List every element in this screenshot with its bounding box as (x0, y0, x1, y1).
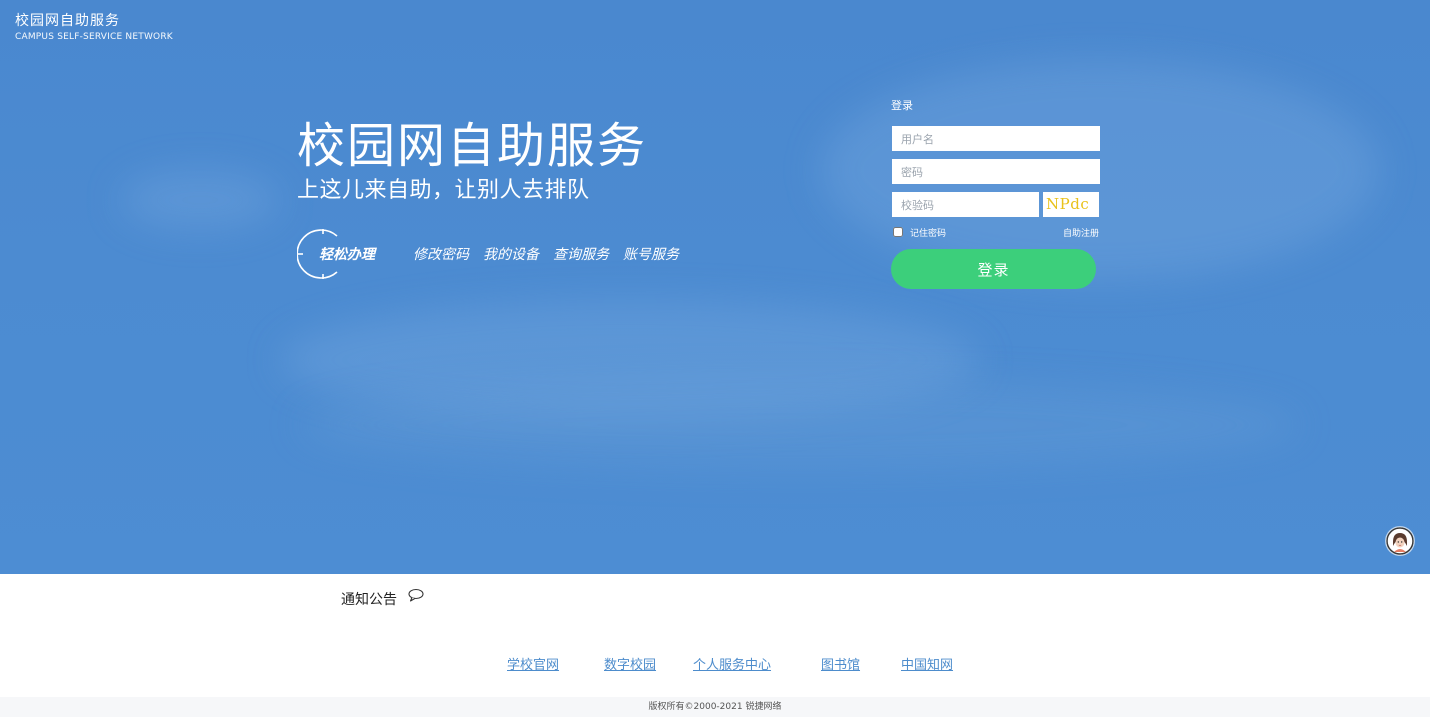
notice-section[interactable]: 通知公告 (341, 588, 424, 609)
username-input[interactable] (892, 126, 1100, 151)
haze-shape (120, 170, 280, 230)
support-avatar-icon[interactable] (1386, 527, 1414, 555)
login-heading: 登录 (891, 99, 913, 112)
login-button[interactable]: 登录 (891, 249, 1096, 289)
self-register-link[interactable]: 自助注册 (1063, 226, 1099, 239)
badge-label: 轻松办理 (319, 247, 375, 263)
login-options: 记住密码 自助注册 (893, 225, 1099, 239)
remember-checkbox[interactable] (893, 227, 903, 237)
login-panel: 登录 NPdc 记住密码 自助注册 登录 (891, 98, 1101, 289)
service-query[interactable]: 查询服务 (553, 244, 609, 264)
captcha-input[interactable] (892, 192, 1039, 217)
brand-logo[interactable]: 校园网自助服务 CAMPUS SELF-SERVICE NETWORK (15, 12, 173, 44)
remember-password[interactable]: 记住密码 (893, 226, 946, 239)
copyright-text: 版权所有©2000-2021 锐捷网络 (648, 702, 782, 712)
copyright-bar: 版权所有©2000-2021 锐捷网络 (0, 697, 1430, 717)
hero-title: 校园网自助服务 (297, 118, 648, 174)
footer-link-cnki[interactable]: 中国知网 (901, 654, 953, 673)
remember-label: 记住密码 (910, 228, 947, 239)
easy-handling-badge: 轻松办理 (297, 228, 401, 280)
footer-link-school-site[interactable]: 学校官网 (507, 654, 559, 673)
password-input[interactable] (892, 159, 1100, 184)
footer-link-digital-campus[interactable]: 数字校园 (604, 654, 656, 673)
notice-title: 通知公告 (341, 592, 397, 608)
captcha-image[interactable]: NPdc (1043, 192, 1099, 217)
brand-name-en: CAMPUS SELF-SERVICE NETWORK (15, 32, 173, 42)
service-change-password[interactable]: 修改密码 (413, 244, 469, 264)
footer-link-library[interactable]: 图书馆 (821, 654, 860, 673)
hero-banner: 校园网自助服务 CAMPUS SELF-SERVICE NETWORK 校园网自… (0, 0, 1430, 574)
service-my-devices[interactable]: 我的设备 (483, 244, 539, 264)
hero-headline: 校园网自助服务 上这儿来自助，让别人去排队 (297, 116, 647, 206)
hero-slogan: 上这儿来自助，让别人去排队 (297, 178, 590, 203)
service-nav: 轻松办理 修改密码 我的设备 查询服务 账号服务 (297, 228, 679, 280)
support-avatar-graphic (1386, 527, 1414, 555)
service-account[interactable]: 账号服务 (623, 244, 679, 264)
footer-links: 学校官网 数字校园 个人服务中心 图书馆 中国知网 (0, 654, 1430, 674)
captcha-row: NPdc (892, 192, 1101, 217)
brand-name-cn: 校园网自助服务 (15, 13, 120, 29)
haze-shape (300, 380, 1300, 470)
speech-bubble-icon (408, 588, 424, 606)
footer-link-personal-service[interactable]: 个人服务中心 (693, 654, 771, 673)
